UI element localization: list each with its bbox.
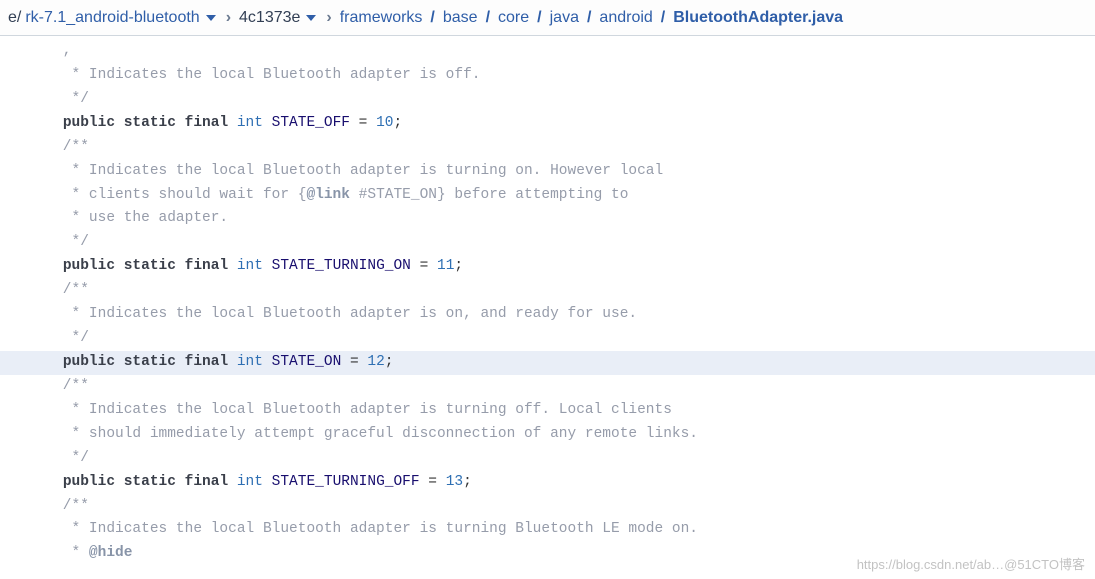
code-line: /** bbox=[0, 136, 1095, 160]
code-line: public static final int STATE_TURNING_ON… bbox=[0, 255, 1095, 279]
code-line: * Indicates the local Bluetooth adapter … bbox=[0, 64, 1095, 88]
code-line: * Indicates the local Bluetooth adapter … bbox=[0, 399, 1095, 423]
code-line: * @hide bbox=[0, 542, 1095, 566]
breadcrumb-path-2[interactable]: core bbox=[496, 9, 531, 27]
code-line: */ bbox=[0, 447, 1095, 471]
code-line: /** bbox=[0, 495, 1095, 519]
code-line: public static final int STATE_TURNING_OF… bbox=[0, 471, 1095, 495]
breadcrumb-branch[interactable]: rk-7.1_android-bluetooth bbox=[23, 9, 219, 27]
code-line: public static final int STATE_OFF = 10; bbox=[0, 112, 1095, 136]
breadcrumb-sep: / bbox=[655, 9, 671, 27]
breadcrumb-path-0[interactable]: frameworks bbox=[338, 9, 425, 27]
breadcrumb-path-4[interactable]: android bbox=[597, 9, 654, 27]
code-line: * Indicates the local Bluetooth adapter … bbox=[0, 303, 1095, 327]
code-line: */ bbox=[0, 231, 1095, 255]
chevron-down-icon bbox=[206, 15, 216, 21]
code-line: * clients should wait for {@link #STATE_… bbox=[0, 184, 1095, 208]
chevron-down-icon bbox=[306, 15, 316, 21]
code-line: /** bbox=[0, 279, 1095, 303]
code-line: * Indicates the local Bluetooth adapter … bbox=[0, 160, 1095, 184]
code-line: * use the adapter. bbox=[0, 207, 1095, 231]
breadcrumb-sep: / bbox=[531, 9, 547, 27]
breadcrumb-path-3[interactable]: java bbox=[548, 9, 581, 27]
breadcrumb-commit-label: 4c1373e bbox=[239, 9, 300, 27]
breadcrumb-branch-label: rk-7.1_android-bluetooth bbox=[25, 9, 199, 27]
code-line: , bbox=[0, 40, 1095, 64]
code-line: */ bbox=[0, 88, 1095, 112]
breadcrumb-path-1[interactable]: base bbox=[441, 9, 480, 27]
breadcrumb-sep: / bbox=[581, 9, 597, 27]
code-view: , * Indicates the local Bluetooth adapte… bbox=[0, 36, 1095, 566]
breadcrumb-sep: / bbox=[424, 9, 440, 27]
code-line: */ bbox=[0, 327, 1095, 351]
code-line: /** bbox=[0, 375, 1095, 399]
code-line: * should immediately attempt graceful di… bbox=[0, 423, 1095, 447]
breadcrumb-sep: / bbox=[480, 9, 496, 27]
breadcrumb-branch-prefix: e/ bbox=[6, 9, 23, 27]
code-line: * Indicates the local Bluetooth adapter … bbox=[0, 518, 1095, 542]
code-line-highlighted: public static final int STATE_ON = 12; bbox=[0, 351, 1095, 375]
breadcrumb-file[interactable]: BluetoothAdapter.java bbox=[671, 9, 845, 27]
breadcrumb-sep: › bbox=[320, 9, 337, 27]
breadcrumb-commit[interactable]: 4c1373e bbox=[237, 9, 320, 27]
breadcrumb-sep: › bbox=[220, 9, 237, 27]
breadcrumb: e/ rk-7.1_android-bluetooth › 4c1373e › … bbox=[0, 0, 1095, 36]
